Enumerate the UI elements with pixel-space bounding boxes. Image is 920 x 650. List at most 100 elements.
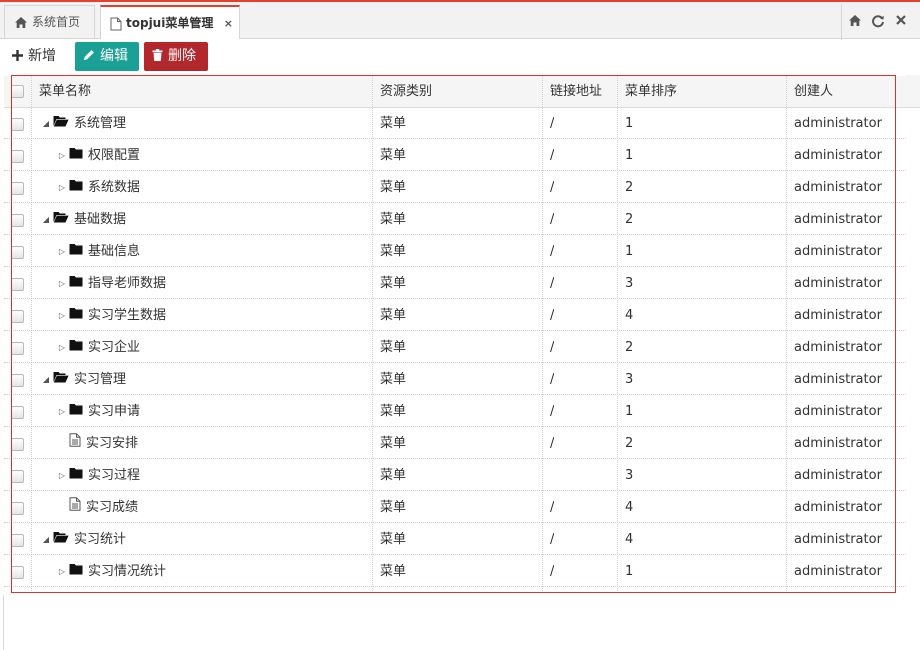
expand-arrow-icon[interactable]: ▷ (55, 460, 69, 491)
cell-menu-name: ▷ 基础信息 (55, 236, 140, 267)
cell-link-url: / (550, 532, 555, 547)
row-checkbox[interactable] (11, 182, 24, 195)
table-row[interactable]: ▷ 实习过程 菜单 3 administrator (4, 460, 906, 491)
row-checkbox[interactable] (11, 406, 24, 419)
collapse-arrow-icon[interactable]: ◢ (39, 204, 53, 235)
expand-arrow-icon[interactable]: ▷ (55, 236, 69, 267)
table-row[interactable]: ◢ 实习统计 菜单 / 4 administrator (4, 524, 906, 555)
row-checkbox[interactable] (11, 278, 24, 291)
cell-resource-type: 菜单 (380, 340, 407, 355)
tab-tools (841, 4, 920, 40)
header-link-url[interactable]: 链接地址 (550, 76, 602, 107)
folder-icon (69, 556, 83, 587)
row-checkbox[interactable] (11, 214, 24, 227)
cell-creator: administrator (794, 116, 882, 131)
folder-open-icon (53, 364, 69, 395)
expand-arrow-icon[interactable]: ▷ (55, 172, 69, 203)
cell-resource-type: 菜单 (380, 532, 407, 547)
select-all-checkbox[interactable] (11, 85, 24, 98)
tab-close-icon[interactable]: × (224, 7, 233, 40)
table-row[interactable]: ◢ 实习管理 菜单 / 3 administrator (4, 364, 906, 395)
table-row[interactable]: ▷ 指导老师数据 菜单 / 3 administrator (4, 268, 906, 299)
table-row[interactable]: ▷ 系统数据 菜单 / 2 administrator (4, 172, 906, 203)
menu-name-text: 实习统计 (74, 532, 127, 547)
row-checkbox[interactable] (11, 534, 24, 547)
row-checkbox[interactable] (11, 246, 24, 259)
tab-menu-management[interactable]: topjui菜单管理 × (100, 5, 240, 39)
expand-arrow-icon[interactable]: ▷ (55, 268, 69, 299)
row-checkbox[interactable] (11, 470, 24, 483)
expand-arrow-icon[interactable]: ▷ (55, 396, 69, 427)
grid-header: 菜单名称 资源类别 链接地址 菜单排序 创建人 (4, 76, 906, 108)
cell-creator: administrator (794, 564, 882, 579)
cell-creator: administrator (794, 244, 882, 259)
cell-link-url: / (550, 244, 555, 259)
tab-home[interactable]: 系统首页 (4, 5, 95, 38)
menu-name-text: 实习学生数据 (88, 308, 167, 323)
collapse-arrow-icon[interactable]: ◢ (39, 524, 53, 555)
cell-resource-type: 菜单 (380, 372, 407, 387)
table-row[interactable]: ▷ 权限配置 菜单 / 1 administrator (4, 140, 906, 171)
cell-menu-name: ▷ 实习企业 (55, 332, 140, 363)
cell-menu-name: ◢ 基础数据 (39, 204, 126, 235)
table-row[interactable]: ▷ 实习企业 菜单 / 2 administrator (4, 332, 906, 363)
cell-resource-type: 菜单 (380, 180, 407, 195)
row-checkbox[interactable] (11, 118, 24, 131)
expand-arrow-icon[interactable]: ▷ (55, 140, 69, 171)
edit-button-label: 编辑 (100, 48, 128, 64)
tab-menu-management-label: topjui菜单管理 (126, 16, 214, 30)
table-row[interactable]: 实习安排 菜单 / 2 administrator (4, 428, 906, 459)
menu-tree-grid: 菜单名称 资源类别 链接地址 菜单排序 创建人 ◢ 系统管理 菜单/1 adminis… (4, 75, 920, 595)
close-all-icon[interactable] (895, 14, 907, 30)
table-row[interactable]: ▷ 实习情况统计 菜单 / 1 administrator (4, 556, 906, 587)
collapse-arrow-icon[interactable]: ◢ (39, 108, 53, 139)
collapse-arrow-icon[interactable]: ◢ (39, 364, 53, 395)
table-row[interactable]: ▷ 实习申请 菜单 / 1 administrator (4, 396, 906, 427)
add-button[interactable]: 新增 (4, 42, 64, 71)
header-menu-order[interactable]: 菜单排序 (625, 76, 677, 107)
table-row[interactable]: 实习成绩 菜单 / 4 administrator (4, 492, 906, 523)
header-creator[interactable]: 创建人 (794, 76, 833, 107)
expand-arrow-icon[interactable]: ▷ (55, 332, 69, 363)
row-checkbox[interactable] (11, 502, 24, 515)
cell-menu-name: ◢ 系统管理 (39, 108, 126, 139)
cell-creator: administrator (794, 500, 882, 515)
header-menu-name[interactable]: 菜单名称 (39, 76, 91, 107)
cell-menu-order: 2 (625, 436, 634, 451)
file-icon (69, 428, 81, 459)
row-checkbox[interactable] (11, 310, 24, 323)
cell-link-url: / (550, 212, 555, 227)
cell-resource-type: 菜单 (380, 564, 407, 579)
add-button-label: 新增 (28, 48, 56, 64)
refresh-icon[interactable] (871, 14, 885, 32)
home-icon[interactable] (848, 14, 862, 31)
column-divider (542, 76, 543, 591)
folder-icon (69, 332, 83, 363)
cell-link-url: / (550, 500, 555, 515)
menu-name-text: 指导老师数据 (88, 276, 167, 291)
folder-icon (69, 460, 83, 491)
column-divider (617, 76, 618, 591)
row-checkbox[interactable] (11, 150, 24, 163)
table-row[interactable]: ▷ 实习学生数据 菜单 / 4 administrator (4, 300, 906, 331)
row-checkbox[interactable] (11, 566, 24, 579)
expand-arrow-icon[interactable]: ▷ (55, 300, 69, 331)
cell-menu-order: 2 (625, 212, 634, 227)
header-resource-type[interactable]: 资源类别 (380, 76, 432, 107)
row-checkbox[interactable] (11, 342, 24, 355)
row-checkbox[interactable] (11, 438, 24, 451)
cell-menu-order: 2 (625, 340, 634, 355)
table-row[interactable]: ◢ 系统管理 菜单 / 1 administrator (4, 108, 906, 139)
tab-bar: 系统首页 topjui菜单管理 × (0, 2, 920, 40)
table-row[interactable]: ◢ 基础数据 菜单 / 2 administrator (4, 204, 906, 235)
edit-button[interactable]: 编辑 (75, 42, 139, 71)
table-row[interactable]: ▷ 基础信息 菜单 / 1 administrator (4, 236, 906, 267)
folder-open-icon (53, 524, 69, 555)
row-checkbox[interactable] (11, 374, 24, 387)
cell-creator: administrator (794, 404, 882, 419)
delete-button[interactable]: 删除 (144, 42, 208, 71)
cell-menu-name: 实习成绩 (55, 492, 138, 523)
expand-arrow-icon[interactable]: ▷ (55, 556, 69, 587)
cell-creator: administrator (794, 308, 882, 323)
cell-resource-type: 菜单 (380, 500, 407, 515)
